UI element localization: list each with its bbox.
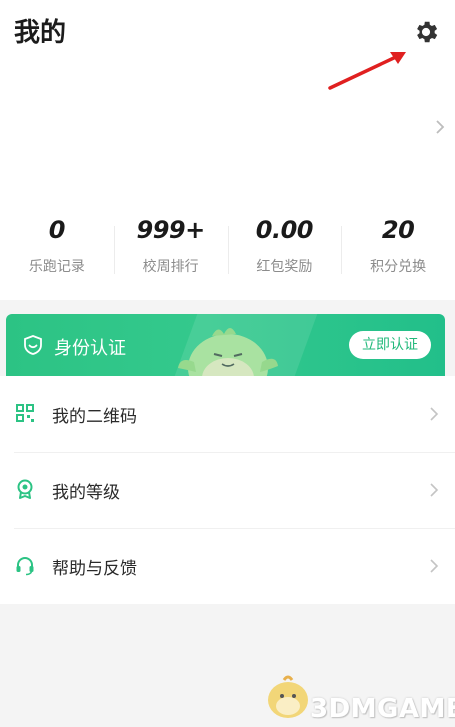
chevron-right-icon <box>430 407 439 421</box>
menu-item-label: 帮助与反馈 <box>52 559 137 579</box>
stat-value: 0 <box>48 216 66 244</box>
stat-value: 999+ <box>136 216 206 244</box>
stat-points-exchange[interactable]: 20 积分兑换 <box>341 208 455 288</box>
watermark-text: 3DMGAME <box>310 694 455 724</box>
stat-weekly-rank[interactable]: 999+ 校周排行 <box>113 208 228 288</box>
certify-now-button[interactable]: 立即认证 <box>349 331 431 359</box>
menu-item-help-feedback[interactable]: 帮助与反馈 <box>0 528 455 604</box>
menu-item-my-level[interactable]: 我的等级 <box>0 452 455 528</box>
medal-icon <box>17 479 33 499</box>
stat-label: 乐跑记录 <box>28 259 85 275</box>
stat-run-records[interactable]: 0 乐跑记录 <box>0 208 114 288</box>
stat-value: 20 <box>381 216 415 244</box>
chevron-right-icon <box>430 559 439 573</box>
gear-icon[interactable] <box>412 18 440 46</box>
profile-header: 我的 0 乐跑记录 999+ 校周排行 0.00 红包奖励 20 积分兑换 <box>0 0 455 300</box>
chevron-right-icon <box>430 483 439 497</box>
chevron-right-icon[interactable] <box>432 116 448 138</box>
stat-value: 0.00 <box>255 216 314 244</box>
menu-item-label: 我的等级 <box>52 483 120 503</box>
stat-label: 红包奖励 <box>256 259 313 275</box>
stats-row: 0 乐跑记录 999+ 校周排行 0.00 红包奖励 20 积分兑换 <box>0 208 455 288</box>
stat-label: 校周排行 <box>142 259 199 275</box>
menu-list: 我的二维码 我的等级 帮助与反馈 <box>0 376 455 604</box>
stat-label: 积分兑换 <box>370 259 427 275</box>
smile-badge-icon <box>24 335 42 355</box>
stat-red-packet[interactable]: 0.00 红包奖励 <box>227 208 342 288</box>
headset-icon <box>16 557 34 576</box>
menu-item-my-qrcode[interactable]: 我的二维码 <box>0 376 455 452</box>
menu-item-label: 我的二维码 <box>52 407 137 427</box>
qrcode-icon <box>16 404 34 422</box>
certification-label: 身份认证 <box>54 338 126 359</box>
page-title: 我的 <box>14 18 67 48</box>
annotation-arrow <box>328 52 406 90</box>
